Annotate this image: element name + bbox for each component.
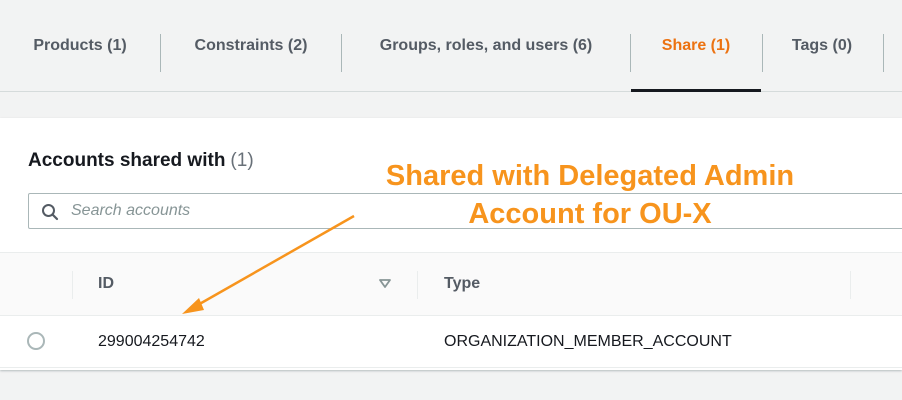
callout-line-2: Account for OU-X [468, 198, 712, 230]
column-header-id[interactable]: ID [98, 253, 114, 315]
panel-title-count: (1) [230, 150, 254, 171]
tab-share[interactable]: Share (1) [631, 0, 761, 92]
tab-bar: Products (1) Constraints (2) Groups, rol… [0, 0, 902, 92]
table-header: ID Type [0, 252, 902, 316]
row-select-radio[interactable] [27, 332, 45, 350]
accounts-shared-panel: Accounts shared with(1) ID Type 29900425… [0, 118, 902, 370]
search-icon [42, 204, 59, 221]
tab-divider [160, 34, 161, 72]
tab-tags[interactable]: Tags (0) [770, 0, 874, 91]
tab-divider [883, 34, 884, 72]
tab-divider [341, 34, 342, 72]
column-divider [417, 271, 418, 299]
sort-descending-icon[interactable] [378, 277, 392, 291]
column-header-type[interactable]: Type [444, 253, 480, 315]
callout-line-1: Shared with Delegated Admin [385, 160, 795, 192]
column-divider [72, 271, 73, 299]
callout-annotation: Shared with Delegated Admin Account for … [340, 157, 840, 233]
tab-divider [762, 34, 763, 72]
cell-account-id: 299004254742 [98, 333, 205, 350]
column-divider [850, 271, 851, 299]
panel-title: Accounts shared with (1) [28, 150, 254, 172]
tab-groups-roles-users[interactable]: Groups, roles, and users (6) [351, 0, 621, 91]
tab-products[interactable]: Products (1) [10, 0, 150, 91]
tab-constraints[interactable]: Constraints (2) [170, 0, 332, 91]
table-row[interactable]: 299004254742 ORGANIZATION_MEMBER_ACCOUNT [0, 316, 902, 368]
panel-title-text: Accounts shared with [28, 150, 226, 171]
cell-account-type: ORGANIZATION_MEMBER_ACCOUNT [444, 333, 732, 350]
